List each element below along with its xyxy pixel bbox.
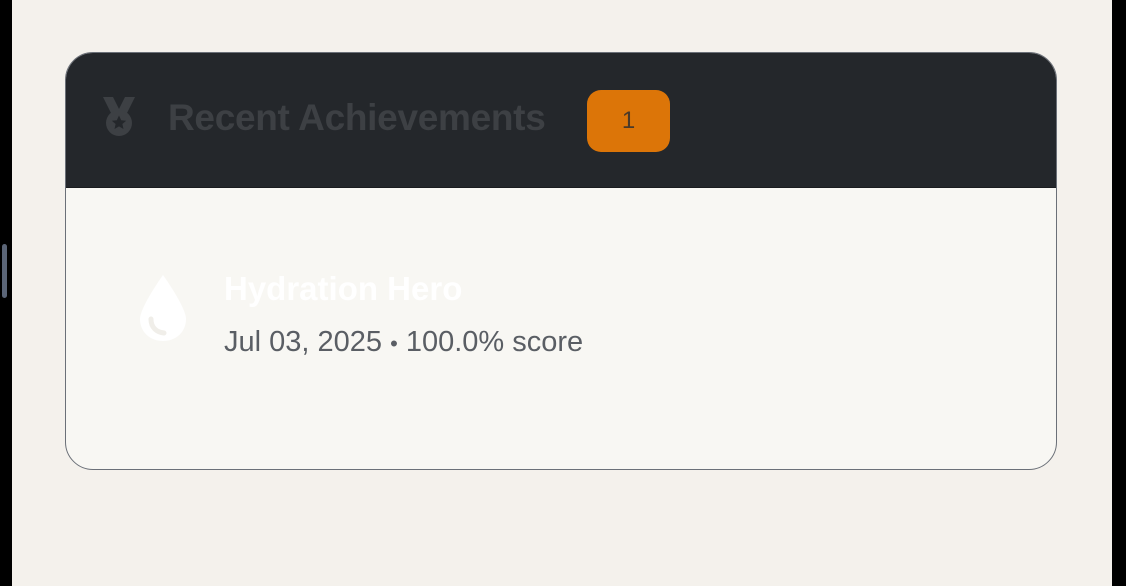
achievement-meta: Jul 03, 2025 • 100.0% score: [224, 326, 583, 359]
achievement-item[interactable]: Hydration Hero Jul 03, 2025 • 100.0% sco…: [66, 187, 1056, 469]
card-header: Recent Achievements 1: [66, 53, 1056, 188]
meta-separator: •: [390, 331, 398, 356]
resize-handle[interactable]: [2, 244, 7, 298]
droplet-icon: [140, 275, 186, 341]
page-viewport: Recent Achievements 1 Hydration Hero Jul…: [12, 0, 1112, 586]
card-title: Recent Achievements: [168, 97, 546, 138]
achievement-count-badge: 1: [587, 90, 670, 152]
achievement-score: 100.0% score: [405, 326, 584, 358]
achievement-date: Jul 03, 2025: [224, 326, 383, 358]
achievements-card: Recent Achievements 1 Hydration Hero Jul…: [65, 52, 1057, 470]
medal-icon: [103, 97, 135, 136]
achievement-title: Hydration Hero: [224, 270, 463, 307]
